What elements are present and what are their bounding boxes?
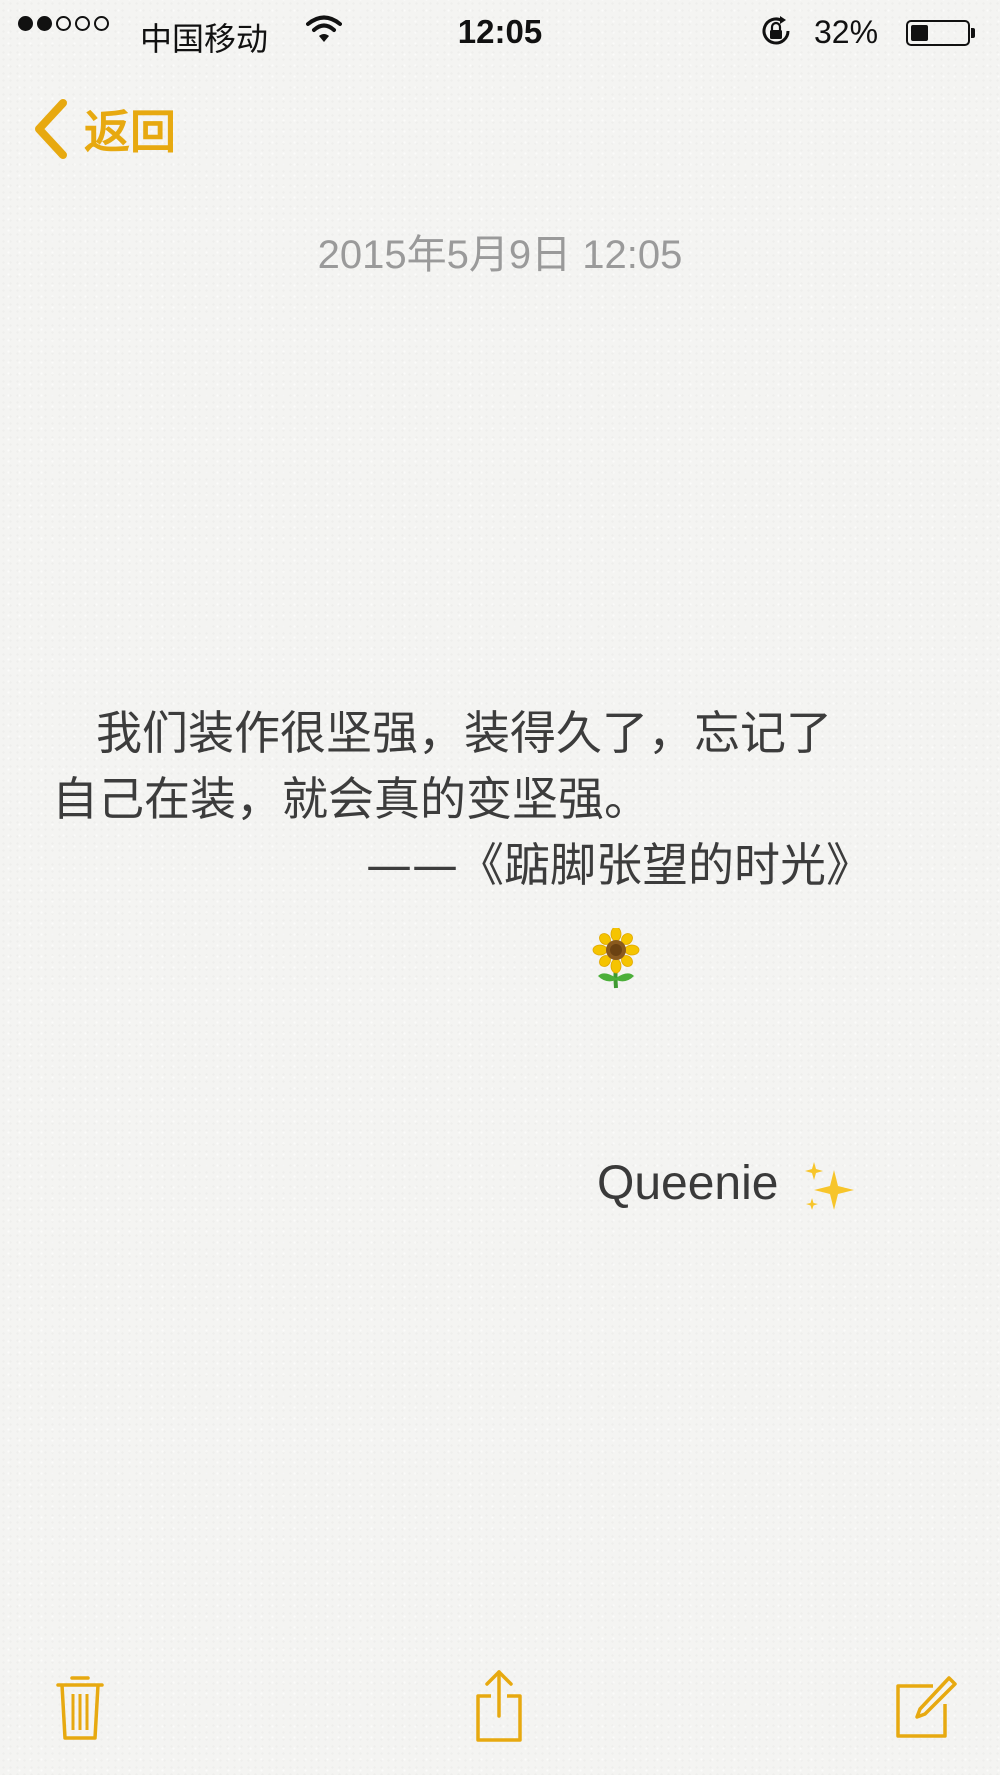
note-line: 自己在装，就会真的变坚强。	[52, 772, 650, 826]
battery-tip	[971, 28, 975, 38]
note-line: 我们装作很坚强，装得久了，忘记了	[96, 706, 832, 760]
share-icon[interactable]	[473, 1668, 525, 1749]
compose-icon[interactable]	[893, 1674, 957, 1745]
trash-icon[interactable]	[55, 1672, 105, 1747]
signature: Queenie	[597, 1157, 779, 1210]
battery-percent: 32%	[814, 14, 879, 50]
note-attribution: ——《踮脚张望的时光》	[366, 838, 872, 892]
battery-icon	[906, 20, 970, 46]
status-bar: 中国移动 12:05 32%	[0, 0, 1000, 64]
back-label: 返回	[84, 106, 176, 158]
battery-level	[911, 25, 928, 41]
chevron-left-icon	[30, 98, 70, 160]
note-date: 2015年5月9日 12:05	[317, 233, 683, 277]
sunflower-emoji	[590, 926, 642, 995]
back-button[interactable]: 返回	[30, 96, 176, 162]
rotation-lock-icon	[758, 13, 794, 57]
note-body[interactable]: 我们装作很坚强，装得久了，忘记了 自己在装，就会真的变坚强。 ——《踮脚张望的时…	[52, 700, 952, 892]
sparkles-emoji	[800, 1160, 858, 1223]
